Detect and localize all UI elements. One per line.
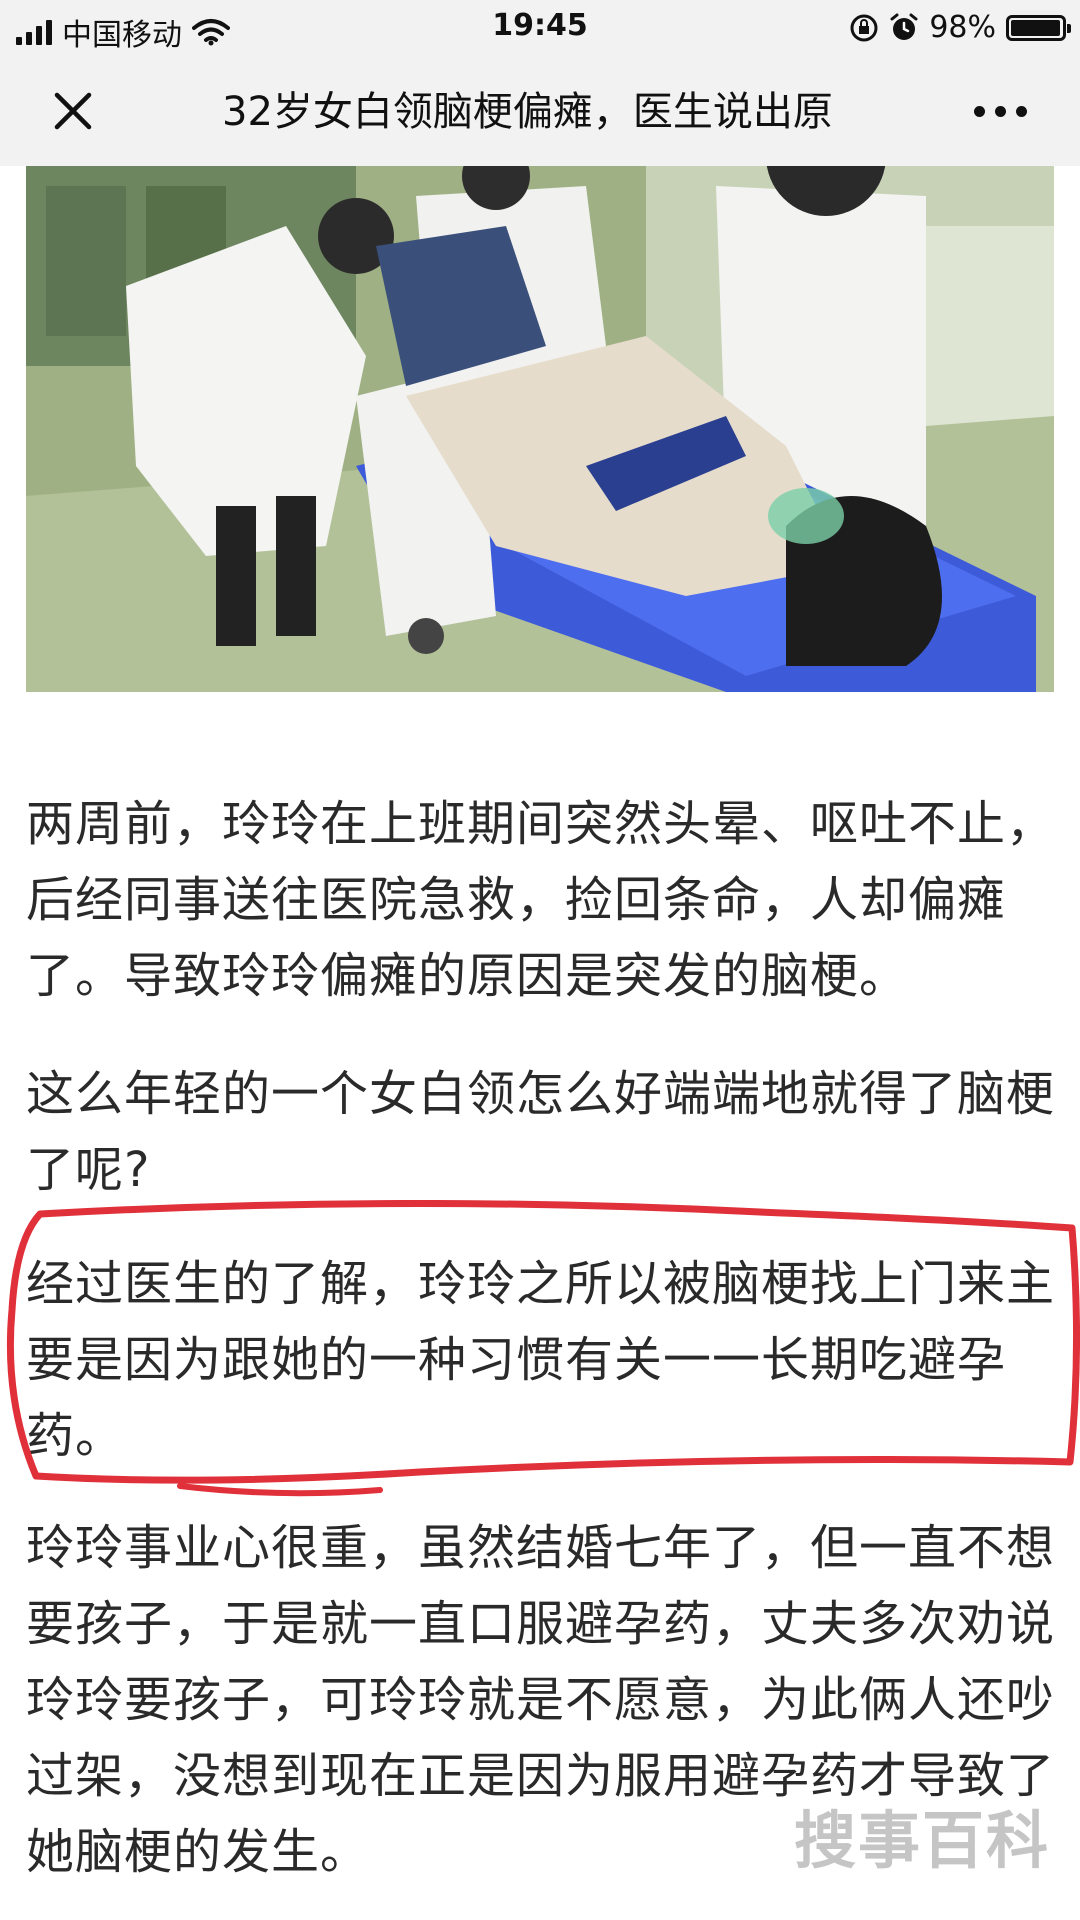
more-dot [1015,105,1027,117]
status-right: 98% [849,10,1071,45]
alarm-clock-icon [890,13,918,40]
more-button[interactable] [960,78,1040,144]
status-bar: 中国移动 19:45 98% [0,0,1080,56]
battery-level-fill [1011,19,1060,36]
article-page: 中国移动 19:45 98% 32岁女白领脑梗偏瘫，医生说出原 两周前，玲玲在上… [0,0,1080,1920]
article-paragraph: 这么年轻的一个女白领怎么好端端地就得了脑梗了呢? [26,1066,1056,1198]
close-button[interactable] [40,78,106,144]
article-paragraph: 两周前，玲玲在上班期间突然头晕、呕吐不止，后经同事送往医院急救，捡回条命，人却偏… [26,796,1056,1004]
more-dot [973,105,985,117]
rotation-lock-icon [850,14,878,41]
article-paragraph-highlighted: 经过医生的了解，玲玲之所以被脑梗找上门来主要是因为跟她的一种习惯有关一一长期吃避… [26,1256,1056,1464]
battery-percent: 98% [929,10,996,45]
stretcher-scene-illustration [26,166,1054,692]
nav-bar: 32岁女白领脑梗偏瘫，医生说出原 [0,56,1080,166]
more-dot [994,105,1006,117]
article-photo [26,166,1054,692]
battery-icon [1006,14,1071,41]
watermark: 搜事百科 [793,1804,1050,1877]
page-title: 32岁女白领脑梗偏瘫，医生说出原 [222,89,833,135]
close-icon [54,92,92,130]
